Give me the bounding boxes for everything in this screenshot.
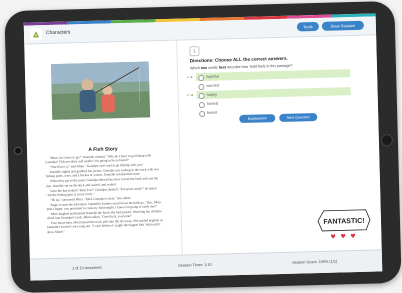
- passage-pane: A Fish Story "Mom, do I have to go?" Dan…: [24, 40, 183, 259]
- option-label: honest: [206, 101, 219, 106]
- next-question-button[interactable]: Next Question: [279, 113, 318, 122]
- home-button[interactable]: [380, 134, 394, 147]
- directions-text: Directions: Choose ALL the correct answe…: [189, 55, 288, 64]
- praise-text: FANTASTIC!: [323, 218, 364, 226]
- check-arrow-icon: ✓➜: [186, 92, 194, 98]
- app-logo-icon: [29, 28, 43, 41]
- question-number: 1: [189, 46, 200, 57]
- tools-button[interactable]: Tools: [296, 21, 320, 32]
- prompt-text: words: [207, 65, 219, 70]
- prompt-text: describe how Todd feels in this passage?: [226, 63, 293, 70]
- session-score: Session Score: 100% (1/1): [292, 259, 338, 265]
- answered-count: 1 of 10 Answered: [72, 265, 102, 271]
- app-title: Characters: [45, 29, 71, 37]
- grandfather-and-child-fishing-photo: [50, 61, 151, 120]
- question-prompt: Which two words best describe how Todd f…: [190, 64, 293, 71]
- option-label: bored: [207, 110, 217, 115]
- camera-icon: [13, 146, 23, 155]
- prompt-text: Which: [189, 66, 201, 71]
- app-screen: Characters Tools Save Session A Fish Sto…: [23, 13, 383, 281]
- option-label: worried: [206, 83, 219, 88]
- save-session-button[interactable]: Save Session: [321, 20, 364, 31]
- heart-icon: ♥: [350, 233, 356, 240]
- session-timer: Session Timer: 1:10: [178, 262, 212, 268]
- answer-options: ✓➜ hopeful worried ✓➜ happy honest bored: [186, 69, 353, 118]
- heart-icon: ♥: [330, 234, 336, 241]
- rewards-badge-icon: FANTASTIC! ♥ ♥ ♥: [317, 209, 371, 241]
- question-pane: 1 Directions: Choose ALL the correct ans…: [177, 35, 382, 255]
- radio-button[interactable]: [199, 110, 206, 118]
- check-arrow-icon: ✓➜: [186, 74, 193, 80]
- passage-paragraph: Four hours later, Mom kissed the truck p…: [47, 218, 163, 234]
- tablet-device: Characters Tools Save Session A Fish Sto…: [4, 0, 402, 293]
- option-label: hopeful: [206, 74, 219, 79]
- heart-icon: ♥: [340, 233, 346, 240]
- passage-text: "Mom, do I have to go?" Danielle whined.…: [45, 153, 163, 235]
- explanation-button[interactable]: Explanation: [239, 114, 276, 124]
- option-label: happy: [206, 92, 218, 97]
